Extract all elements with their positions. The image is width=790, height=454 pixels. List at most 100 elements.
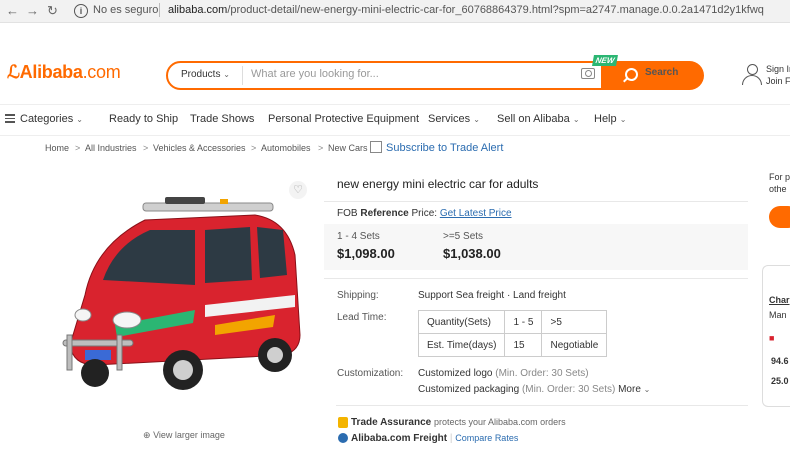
nav-sell-on-alibaba[interactable]: Sell on Alibaba ⌄ [497, 113, 580, 125]
reload-icon[interactable]: ↻ [47, 3, 58, 19]
divider [336, 405, 748, 406]
nav-ready-to-ship[interactable]: Ready to Ship [109, 113, 178, 125]
customization-label: Customization: [337, 368, 404, 379]
supplier-type: Man [769, 310, 787, 320]
forward-icon[interactable]: → [26, 3, 39, 19]
customized-packaging: Customized packaging (Min. Order: 30 Set… [418, 384, 650, 395]
trade-assurance-icon [338, 417, 348, 428]
breadcrumb-separator: > [143, 143, 149, 153]
search-button-label: Search [645, 67, 679, 78]
sign-in-links[interactable]: Sign In Join Free [766, 63, 790, 87]
fob-reference: Reference [360, 208, 409, 219]
table-cell: Quantity(Sets) [417, 310, 506, 334]
back-icon[interactable]: ← [6, 3, 19, 19]
freight-icon [338, 433, 348, 443]
sign-in-link[interactable]: Sign In [766, 63, 790, 75]
customized-logo-min: (Min. Order: 30 Sets) [495, 368, 589, 379]
breadcrumb-separator: > [251, 143, 257, 153]
table-row: Quantity(Sets) 1 - 5 >5 [417, 310, 608, 334]
breadcrumb-vehicles[interactable]: Vehicles & Accessories [153, 143, 246, 153]
nav-ppe[interactable]: Personal Protective Equipment [268, 113, 419, 125]
product-image[interactable] [55, 175, 310, 425]
compare-rates-link[interactable]: Compare Rates [455, 433, 518, 443]
trade-assurance-row: Trade Assurance protects your Alibaba.co… [351, 417, 566, 428]
country-flag-icon: ■ [769, 333, 775, 343]
table-cell: 15 [504, 333, 543, 357]
trade-assurance-desc: protects your Alibaba.com orders [434, 417, 566, 427]
camera-icon[interactable] [581, 68, 595, 79]
get-latest-price-link[interactable]: Get Latest Price [440, 208, 512, 219]
electric-car-image [62, 197, 301, 390]
menu-icon[interactable] [5, 114, 15, 123]
view-larger-label: View larger image [153, 430, 225, 440]
view-larger-image-link[interactable]: ⊕ View larger image [143, 430, 225, 441]
contact-supplier-button[interactable] [769, 206, 790, 228]
customized-packaging-label: Customized packaging [418, 384, 520, 395]
search-input[interactable]: What are you looking for... [251, 68, 379, 80]
search-icon [625, 68, 638, 81]
lead-time-table: Quantity(Sets) 1 - 5 >5 Est. Time(days) … [417, 310, 608, 357]
breadcrumb-home[interactable]: Home [45, 143, 69, 153]
customized-packaging-min: (Min. Order: 30 Sets) [521, 384, 616, 395]
side-text: othe [769, 184, 787, 194]
shipping-label: Shipping: [337, 290, 379, 301]
breadcrumb-new-cars[interactable]: New Cars [328, 143, 368, 153]
fob-prefix: FOB [337, 208, 358, 219]
join-free-link[interactable]: Join Free [766, 75, 790, 87]
side-text: For p [769, 172, 790, 182]
search-category-label: Products [181, 69, 221, 80]
alibaba-logo[interactable]: ℒAlibaba.com [7, 62, 121, 83]
supplier-stat: 25.0 [771, 376, 789, 386]
chevron-down-icon: ⌄ [619, 115, 627, 124]
trade-assurance-title[interactable]: Trade Assurance [351, 417, 431, 428]
nav-trade-shows[interactable]: Trade Shows [190, 113, 254, 125]
table-cell: Negotiable [541, 333, 608, 357]
subscribe-trade-alert-link[interactable]: Subscribe to Trade Alert [386, 142, 503, 154]
new-badge: NEW [592, 55, 618, 66]
freight-title[interactable]: Alibaba.com Freight [351, 433, 447, 444]
tier-qty: >=5 Sets [443, 231, 484, 242]
breadcrumb-automobiles[interactable]: Automobiles [261, 143, 311, 153]
more-label: More [618, 384, 641, 395]
url-path: /product-detail/new-energy-mini-electric… [227, 4, 764, 16]
chevron-down-icon: ⌄ [223, 70, 230, 79]
favorite-heart-icon[interactable]: ♡ [289, 181, 307, 199]
breadcrumb-all-industries[interactable]: All Industries [85, 143, 137, 153]
chevron-down-icon: ⌄ [76, 115, 83, 124]
logo-suffix: .com [82, 62, 121, 82]
address-bar[interactable]: alibaba.com/product-detail/new-energy-mi… [168, 4, 764, 16]
breadcrumb-separator: > [75, 143, 81, 153]
freight-row: Alibaba.com Freight | Compare Rates [351, 433, 519, 444]
customized-logo-label: Customized logo [418, 368, 493, 379]
search-category-select[interactable]: Products ⌄ [181, 69, 230, 80]
lead-time-label: Lead Time: [337, 312, 387, 323]
nav-categories-label: Categories [20, 113, 74, 125]
fob-suffix: Price: [411, 208, 438, 219]
nav-categories[interactable]: Categories ⌄ [20, 113, 83, 125]
divider [324, 201, 748, 202]
nav-help-label: Help [594, 113, 617, 125]
divider [324, 278, 748, 279]
more-link[interactable]: More ⌄ [618, 384, 650, 395]
table-cell: 1 - 5 [504, 310, 543, 334]
user-icon[interactable] [742, 64, 762, 86]
supplier-name[interactable]: Char [769, 295, 790, 305]
nav-help[interactable]: Help ⌄ [594, 113, 626, 125]
chevron-down-icon: ⌄ [473, 115, 480, 124]
table-cell: >5 [541, 310, 608, 334]
zoom-icon: ⊕ [143, 430, 151, 440]
mail-icon [370, 141, 382, 153]
search-divider [242, 66, 243, 85]
search-button[interactable]: Search [601, 61, 704, 90]
product-title: new energy mini electric car for adults [337, 177, 539, 191]
breadcrumb-separator: > [318, 143, 324, 153]
nav-services-label: Services [428, 113, 471, 125]
tier-price: $1,038.00 [443, 246, 501, 261]
info-icon[interactable]: i [74, 4, 88, 18]
nav-sell-label: Sell on Alibaba [497, 113, 570, 125]
url-separator [159, 3, 160, 17]
supplier-stat: 94.6 [771, 356, 789, 366]
table-row: Est. Time(days) 15 Negotiable [417, 333, 608, 357]
nav-services[interactable]: Services ⌄ [428, 113, 480, 125]
fob-price-row: FOB Reference Price: Get Latest Price [337, 208, 512, 219]
